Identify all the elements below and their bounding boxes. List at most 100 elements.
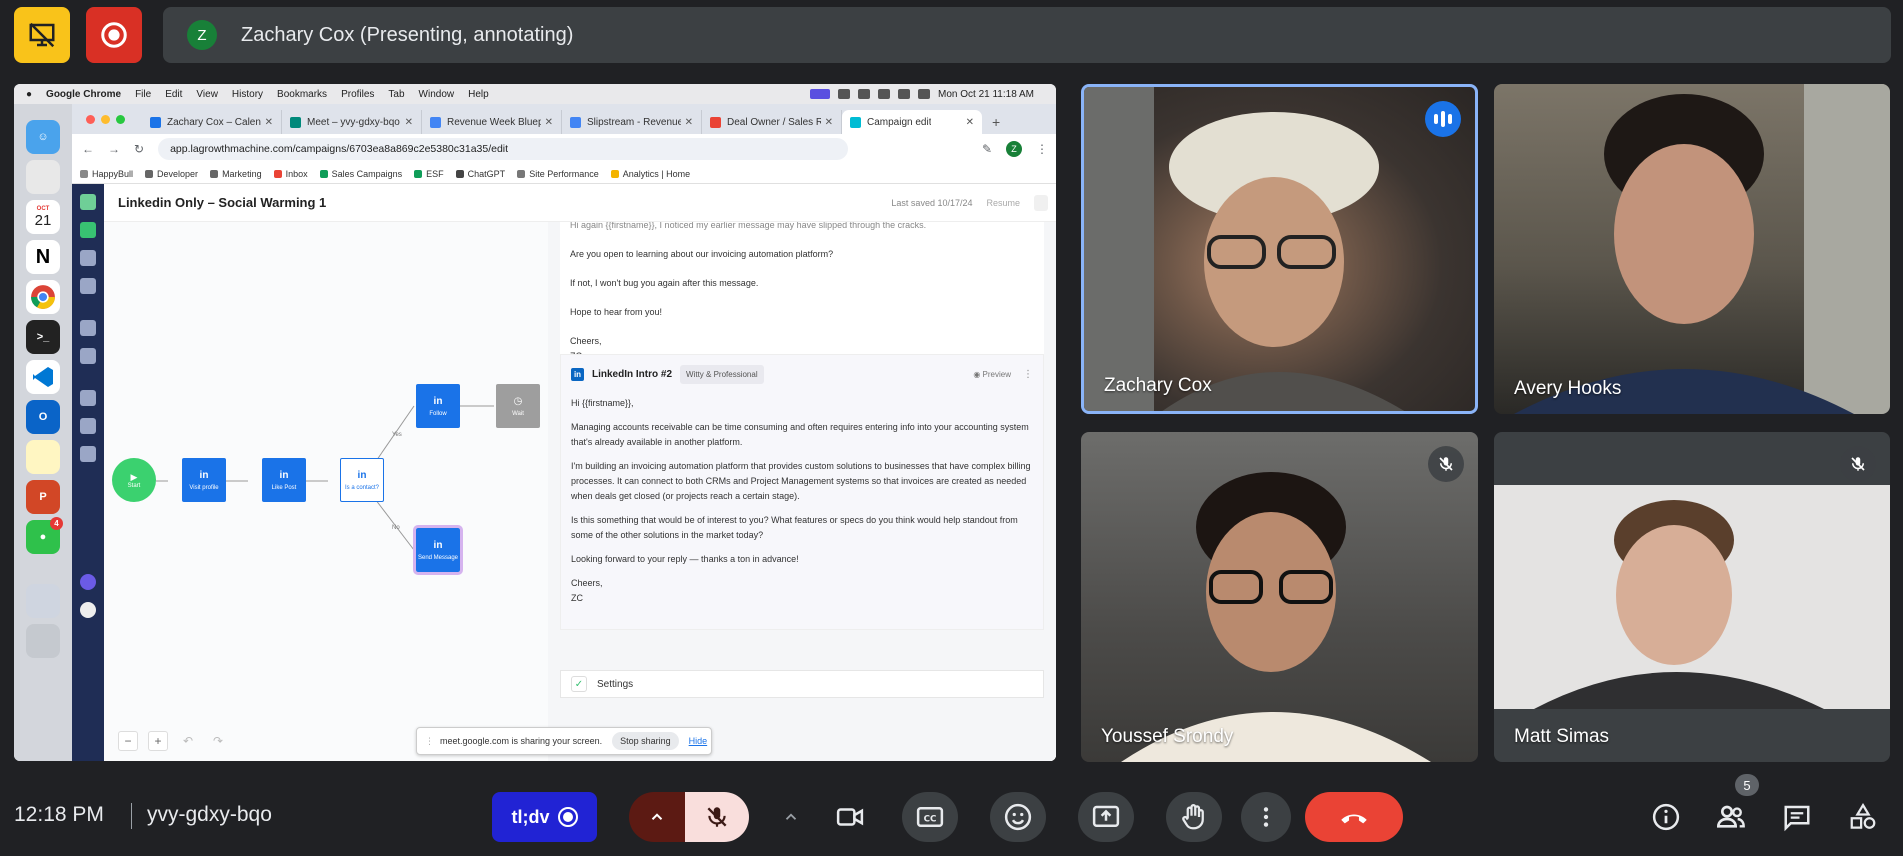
minimize-window-icon[interactable] <box>101 115 110 124</box>
close-tab-icon[interactable]: ✕ <box>681 117 693 128</box>
chat-button[interactable] <box>1780 800 1814 834</box>
tab-meet[interactable]: Meet – yvy-gdxy-bqo ✕ <box>282 110 422 134</box>
bookmark-marketing[interactable]: Marketing <box>210 169 262 179</box>
url-field[interactable]: app.lagrowthmachine.com/campaigns/6703ea… <box>158 138 848 160</box>
participant-tile-matt[interactable]: Matt Simas <box>1494 432 1890 762</box>
card-header: in LinkedIn Intro #2 Witty & Professiona… <box>571 365 1033 384</box>
workflow-canvas[interactable]: ▶ Start in Visit profile in Like Post in Is … <box>104 222 548 761</box>
zoom-window-icon[interactable] <box>116 115 125 124</box>
like-post-node[interactable]: in Like Post <box>262 458 306 502</box>
user-avatar[interactable] <box>80 602 96 618</box>
activities-button[interactable] <box>1846 800 1880 834</box>
tab-deal-owner[interactable]: Deal Owner / Sales Rep✕ <box>702 110 842 134</box>
dashboard-nav-icon[interactable] <box>80 250 96 266</box>
close-tab-icon[interactable]: ✕ <box>821 117 833 128</box>
participant-tile-zachary[interactable]: Zachary Cox <box>1081 84 1478 414</box>
contacts-nav-icon[interactable] <box>80 278 96 294</box>
participant-tile-avery[interactable]: Avery Hooks <box>1494 84 1890 414</box>
bookmark-happybull[interactable]: HappyBull <box>80 169 133 179</box>
menu-file: File <box>135 88 152 100</box>
tab-calendar[interactable]: Zachary Cox – Calendar✕ <box>142 110 282 134</box>
visit-profile-node[interactable]: in Visit profile <box>182 458 226 502</box>
message-line: Managing accounts receivable can be time… <box>571 422 1029 447</box>
new-tab-icon[interactable]: + <box>982 114 1010 134</box>
outlook-icon: O <box>26 400 60 434</box>
stop-sharing-button[interactable]: Stop sharing <box>612 732 679 750</box>
notifications-nav-icon[interactable] <box>80 446 96 462</box>
message-line: Hi again {{firstname}}, I noticed my ear… <box>570 222 927 230</box>
mic-toggle-button[interactable] <box>685 792 749 842</box>
tab-strip: Zachary Cox – Calendar✕ Meet – yvy-gdxy-… <box>72 104 1056 134</box>
settings-status-icon <box>858 89 871 99</box>
mic-options-button[interactable] <box>629 792 685 842</box>
tab-slipstream[interactable]: Slipstream - Revenue W✕ <box>562 110 702 134</box>
more-vertical-icon <box>1263 807 1269 827</box>
start-node[interactable]: ▶ Start <box>112 458 156 502</box>
chrome-menu-icon[interactable]: ⋮ <box>1036 142 1048 156</box>
leave-call-button[interactable] <box>1305 792 1403 842</box>
hide-banner-link[interactable]: Hide <box>689 736 708 746</box>
close-tab-icon[interactable]: ✕ <box>962 117 974 128</box>
undo-icon[interactable]: ↶ <box>178 731 198 751</box>
companion-mode-button[interactable] <box>14 7 70 63</box>
tab-revenue-week[interactable]: Revenue Week Blueprint✕ <box>422 110 562 134</box>
back-icon[interactable]: ← <box>82 142 94 156</box>
message-card[interactable]: in LinkedIn Intro #2 Witty & Professiona… <box>560 354 1044 630</box>
bookmark-inbox[interactable]: Inbox <box>273 169 308 179</box>
more-options-button[interactable] <box>1241 792 1291 842</box>
forward-icon[interactable]: → <box>108 142 120 156</box>
message-line: Cheers, <box>570 336 602 346</box>
team-nav-icon[interactable] <box>80 418 96 434</box>
message-line: I'm building an invoicing automation pla… <box>571 461 1031 501</box>
condition-node[interactable]: in Is a contact? <box>340 458 384 502</box>
participant-tile-youssef[interactable]: Youssef Srondy <box>1081 432 1478 762</box>
people-button[interactable] <box>1714 800 1748 834</box>
more-options-icon[interactable] <box>1034 194 1048 211</box>
extensions-icon[interactable]: ✎ <box>982 142 992 156</box>
camera-options-button[interactable] <box>766 792 816 842</box>
message-line: Looking forward to your reply — thanks a… <box>571 554 799 564</box>
linkedin-icon: in <box>571 368 584 381</box>
help-icon[interactable] <box>80 574 96 590</box>
mic-off-icon <box>707 807 727 827</box>
settings-section[interactable]: ✓ Settings <box>560 670 1044 698</box>
camera-button[interactable] <box>822 792 878 842</box>
preview-button[interactable]: ◉ Preview <box>973 367 1011 382</box>
bookmark-chatgpt[interactable]: ChatGPT <box>455 169 505 179</box>
close-tab-icon[interactable]: ✕ <box>541 117 553 128</box>
tasks-nav-icon[interactable] <box>80 348 96 364</box>
zoom-in-icon[interactable]: + <box>148 731 168 751</box>
send-message-node[interactable]: in Send Message <box>413 525 463 575</box>
tone-badge[interactable]: Witty & Professional <box>680 365 764 384</box>
tldv-button[interactable]: tl;dv <box>492 792 597 842</box>
meeting-details-button[interactable] <box>1649 800 1683 834</box>
present-button[interactable] <box>1078 792 1134 842</box>
captions-button[interactable]: CC <box>902 792 958 842</box>
tab-campaign-edit[interactable]: Campaign edit ✕ <box>842 110 982 134</box>
campaigns-nav-icon[interactable] <box>80 222 96 238</box>
close-tab-icon[interactable]: ✕ <box>401 117 413 128</box>
card-menu-icon[interactable]: ⋮ <box>1023 367 1033 382</box>
reactions-button[interactable] <box>990 792 1046 842</box>
divider <box>131 803 132 829</box>
zoom-out-icon[interactable]: − <box>118 731 138 751</box>
close-tab-icon[interactable]: ✕ <box>261 117 273 128</box>
resume-button[interactable]: Resume <box>986 198 1020 208</box>
inbox-nav-icon[interactable] <box>80 320 96 336</box>
bookmark-sales-campaigns[interactable]: Sales Campaigns <box>319 169 402 179</box>
wait-node[interactable]: ◷ Wait <box>496 384 540 428</box>
redo-icon[interactable]: ↷ <box>208 731 228 751</box>
bookmark-developer[interactable]: Developer <box>145 169 198 179</box>
reload-icon[interactable]: ↻ <box>134 142 144 156</box>
raise-hand-button[interactable] <box>1166 792 1222 842</box>
drag-handle-icon[interactable]: ⋮ <box>425 736 434 747</box>
menubar-datetime: Mon Oct 21 11:18 AM <box>938 88 1034 100</box>
bookmark-site-performance[interactable]: Site Performance <box>517 169 599 179</box>
bookmark-esf[interactable]: ESF <box>414 169 444 179</box>
bot-nav-icon[interactable] <box>80 390 96 406</box>
bookmark-analytics[interactable]: Analytics | Home <box>610 169 690 179</box>
follow-node[interactable]: in Follow <box>416 384 460 428</box>
profile-avatar[interactable]: Z <box>1006 141 1022 157</box>
close-window-icon[interactable] <box>86 115 95 124</box>
recording-button[interactable] <box>86 7 142 63</box>
